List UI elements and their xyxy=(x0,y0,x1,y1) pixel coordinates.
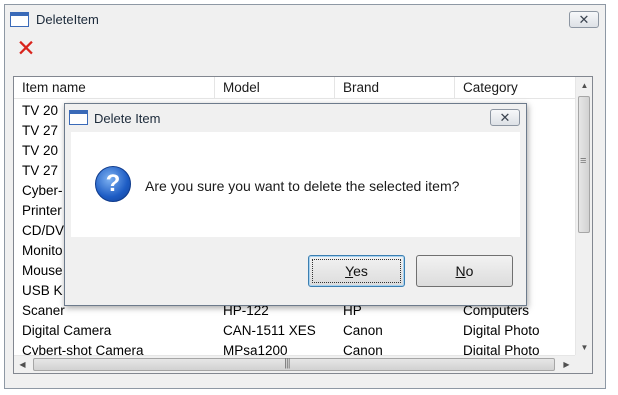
column-header-item-name[interactable]: Item name xyxy=(14,77,215,99)
dialog-title: Delete Item xyxy=(94,111,161,126)
focus-rectangle xyxy=(312,259,401,283)
horizontal-scroll-thumb[interactable] xyxy=(33,357,555,371)
delete-toolbar-button[interactable]: ✕ xyxy=(13,35,39,61)
scroll-right-arrow-icon[interactable]: ▶ xyxy=(558,356,575,373)
close-icon: ✕ xyxy=(578,12,590,27)
cell-brand: Canon xyxy=(343,323,383,338)
no-button-label: No xyxy=(456,263,474,279)
scroll-left-arrow-icon[interactable]: ◀ xyxy=(14,356,31,373)
dialog-footer: Yes No xyxy=(71,237,520,299)
scroll-up-arrow-icon[interactable]: ▲ xyxy=(576,77,592,94)
cell-category: Digital Photo xyxy=(463,323,540,338)
delete-x-icon: ✕ xyxy=(16,34,36,61)
column-header-category[interactable]: Category xyxy=(455,77,575,99)
yes-button[interactable]: Yes xyxy=(308,255,405,287)
dialog-app-icon xyxy=(69,110,88,125)
window-app-icon xyxy=(10,12,29,27)
no-accelerator: N xyxy=(455,263,466,279)
cell-model: CAN-1511 XES xyxy=(223,323,316,338)
window-title: DeleteItem xyxy=(36,12,99,27)
scrollbar-corner xyxy=(575,355,592,373)
column-header-model[interactable]: Model xyxy=(215,77,335,99)
vertical-scrollbar[interactable]: ▲ ▼ xyxy=(575,77,592,356)
window-close-button[interactable]: ✕ xyxy=(569,11,599,28)
no-button[interactable]: No xyxy=(416,255,513,287)
horizontal-scrollbar[interactable]: ◀ ▶ xyxy=(14,355,575,373)
cell-name: Digital Camera xyxy=(22,323,112,338)
delete-item-dialog: Delete Item ✕ ? Are you sure you want to… xyxy=(64,103,527,306)
vertical-scroll-thumb[interactable] xyxy=(578,96,590,233)
dialog-body: ? Are you sure you want to delete the se… xyxy=(71,132,520,237)
dialog-message: Are you sure you want to delete the sele… xyxy=(145,178,460,194)
dialog-close-button[interactable]: ✕ xyxy=(490,109,520,126)
dialog-titlebar[interactable]: Delete Item ✕ xyxy=(65,104,526,132)
scroll-down-arrow-icon[interactable]: ▼ xyxy=(576,339,592,356)
close-icon: ✕ xyxy=(499,110,511,125)
column-header-brand[interactable]: Brand xyxy=(335,77,455,99)
list-header: Item name Model Brand Category xyxy=(14,77,575,99)
main-titlebar[interactable]: DeleteItem ✕ xyxy=(5,5,605,33)
question-icon: ? xyxy=(95,166,131,202)
table-row[interactable]: Digital Camera CAN-1511 XES Canon Digital P… xyxy=(14,321,575,341)
no-label-rest: o xyxy=(465,263,474,279)
